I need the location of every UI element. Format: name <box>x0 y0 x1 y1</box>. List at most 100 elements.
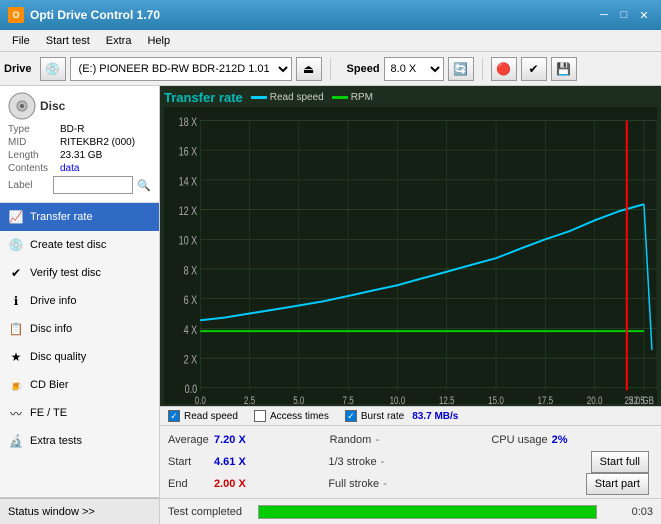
random-col: Random - <box>330 434 492 446</box>
nav-create-test-disc[interactable]: 💿 Create test disc <box>0 231 159 259</box>
progress-bar <box>259 506 596 518</box>
stats-row-3: End 2.00 X Full stroke - Start part <box>168 473 653 495</box>
disc-svg-icon <box>8 92 36 120</box>
length-value: 23.31 GB <box>60 150 102 161</box>
nav-verify-test-disc-label: Verify test disc <box>30 267 101 279</box>
eject-button[interactable]: ⏏ <box>296 57 322 81</box>
cpu-value: 2% <box>552 434 568 446</box>
disc-mid-row: MID RITEKBR2 (000) <box>8 137 151 148</box>
legend-read-speed: Read speed <box>251 92 324 103</box>
nav-transfer-rate[interactable]: 📈 Transfer rate <box>0 203 159 231</box>
menu-help[interactable]: Help <box>139 33 178 49</box>
sidebar: Disc Type BD-R MID RITEKBR2 (000) Length… <box>0 86 160 524</box>
random-value: - <box>376 434 380 446</box>
status-bar: Test completed 0:03 <box>160 498 661 524</box>
read-speed-legend-label: Read speed <box>270 92 324 103</box>
start-label: Start <box>168 456 210 468</box>
length-label: Length <box>8 150 60 161</box>
stats-row-1: Average 7.20 X Random - CPU usage 2% <box>168 429 653 451</box>
menu-extra[interactable]: Extra <box>98 33 140 49</box>
svg-text:2 X: 2 X <box>184 353 198 367</box>
start-full-button[interactable]: Start full <box>591 451 649 473</box>
nav-fe-te-label: FE / TE <box>30 407 67 419</box>
minimize-button[interactable]: ─ <box>595 6 613 24</box>
extra-tests-icon: 🔬 <box>8 433 24 449</box>
stroke13-label: 1/3 stroke <box>328 456 376 468</box>
start-full-col: Start full <box>489 451 653 473</box>
read-speed-cb-label: Read speed <box>184 411 238 422</box>
read-speed-checkbox-item[interactable]: ✓ Read speed <box>168 410 238 422</box>
close-button[interactable]: ✕ <box>635 6 653 24</box>
end-col: End 2.00 X <box>168 478 328 490</box>
nav-disc-quality[interactable]: ★ Disc quality <box>0 343 159 371</box>
nav-extra-tests[interactable]: 🔬 Extra tests <box>0 427 159 455</box>
nav-fe-te[interactable]: 〰 FE / TE <box>0 399 159 427</box>
svg-text:7.5: 7.5 <box>343 395 354 404</box>
full-stroke-col: Full stroke - <box>328 478 488 490</box>
mid-value: RITEKBR2 (000) <box>60 137 135 148</box>
disc-length-row: Length 23.31 GB <box>8 150 151 161</box>
access-times-cb-label: Access times <box>270 411 329 422</box>
nav-drive-info[interactable]: ℹ Drive info <box>0 287 159 315</box>
svg-text:10 X: 10 X <box>179 234 198 248</box>
drive-label: Drive <box>4 63 32 75</box>
read-speed-legend-color <box>251 96 267 99</box>
window-controls: ─ □ ✕ <box>595 6 653 24</box>
verify-button[interactable]: ✔ <box>521 57 547 81</box>
full-stroke-value: - <box>383 478 387 490</box>
average-label: Average <box>168 434 210 446</box>
burn-button[interactable]: 🔴 <box>491 57 517 81</box>
svg-text:0.0: 0.0 <box>195 395 206 404</box>
content-area: Disc Type BD-R MID RITEKBR2 (000) Length… <box>0 86 661 524</box>
burst-rate-checkbox[interactable]: ✓ <box>345 410 357 422</box>
disc-contents-row: Contents data <box>8 163 151 174</box>
nav-verify-test-disc[interactable]: ✔ Verify test disc <box>0 259 159 287</box>
svg-text:10.0: 10.0 <box>390 395 406 404</box>
label-browse-icon[interactable]: 🔍 <box>137 176 151 194</box>
menu-start-test[interactable]: Start test <box>38 33 98 49</box>
nav-disc-info[interactable]: 📋 Disc info <box>0 315 159 343</box>
separator <box>330 58 331 80</box>
read-speed-checkbox[interactable]: ✓ <box>168 410 180 422</box>
save-button[interactable]: 💾 <box>551 57 577 81</box>
right-panel: Transfer rate Read speed RPM <box>160 86 661 524</box>
status-text: Test completed <box>168 506 242 518</box>
nav-cd-bier[interactable]: 🍺 CD Bier <box>0 371 159 399</box>
label-input[interactable] <box>53 176 133 194</box>
svg-text:12 X: 12 X <box>179 205 198 219</box>
svg-text:17.5: 17.5 <box>537 395 553 404</box>
speed-label: Speed <box>347 63 380 75</box>
status-window-header[interactable]: Status window >> <box>0 498 159 524</box>
disc-panel: Disc Type BD-R MID RITEKBR2 (000) Length… <box>0 86 159 203</box>
maximize-button[interactable]: □ <box>615 6 633 24</box>
stroke13-col: 1/3 stroke - <box>328 456 488 468</box>
menu-bar: File Start test Extra Help <box>0 30 661 52</box>
drive-toolbar: Drive 💿 (E:) PIONEER BD-RW BDR-212D 1.01… <box>0 52 661 86</box>
speed-select[interactable]: 8.0 X <box>384 57 444 81</box>
nav-extra-tests-label: Extra tests <box>30 435 82 447</box>
chart-checkboxes: ✓ Read speed Access times ✓ Burst rate 8… <box>160 406 661 425</box>
access-times-checkbox[interactable] <box>254 410 266 422</box>
rpm-legend-color <box>332 96 348 99</box>
access-times-checkbox-item[interactable]: Access times <box>254 410 329 422</box>
drive-icon-button[interactable]: 💿 <box>40 57 66 81</box>
legend-rpm: RPM <box>332 92 373 103</box>
menu-file[interactable]: File <box>4 33 38 49</box>
transfer-rate-icon: 📈 <box>8 209 24 225</box>
disc-header: Disc <box>8 92 151 120</box>
chart-title-row: Transfer rate Read speed RPM <box>164 90 657 105</box>
burst-rate-checkbox-item[interactable]: ✓ Burst rate 83.7 MB/s <box>345 410 459 422</box>
drive-select[interactable]: (E:) PIONEER BD-RW BDR-212D 1.01 <box>70 57 292 81</box>
start-part-button[interactable]: Start part <box>586 473 649 495</box>
status-time: 0:03 <box>613 506 653 518</box>
average-value: 7.20 X <box>214 434 246 446</box>
mid-label: MID <box>8 137 60 148</box>
disc-section-title: Disc <box>40 99 65 113</box>
refresh-button[interactable]: 🔄 <box>448 57 474 81</box>
burst-rate-value: 83.7 MB/s <box>412 411 458 422</box>
svg-text:6 X: 6 X <box>184 294 198 308</box>
end-label: End <box>168 478 210 490</box>
chart-graph-container: 18 X 16 X 14 X 12 X 10 X 8 X 6 X 4 X 2 X… <box>164 107 657 404</box>
svg-text:18 X: 18 X <box>179 116 198 130</box>
svg-text:8 X: 8 X <box>184 264 198 278</box>
